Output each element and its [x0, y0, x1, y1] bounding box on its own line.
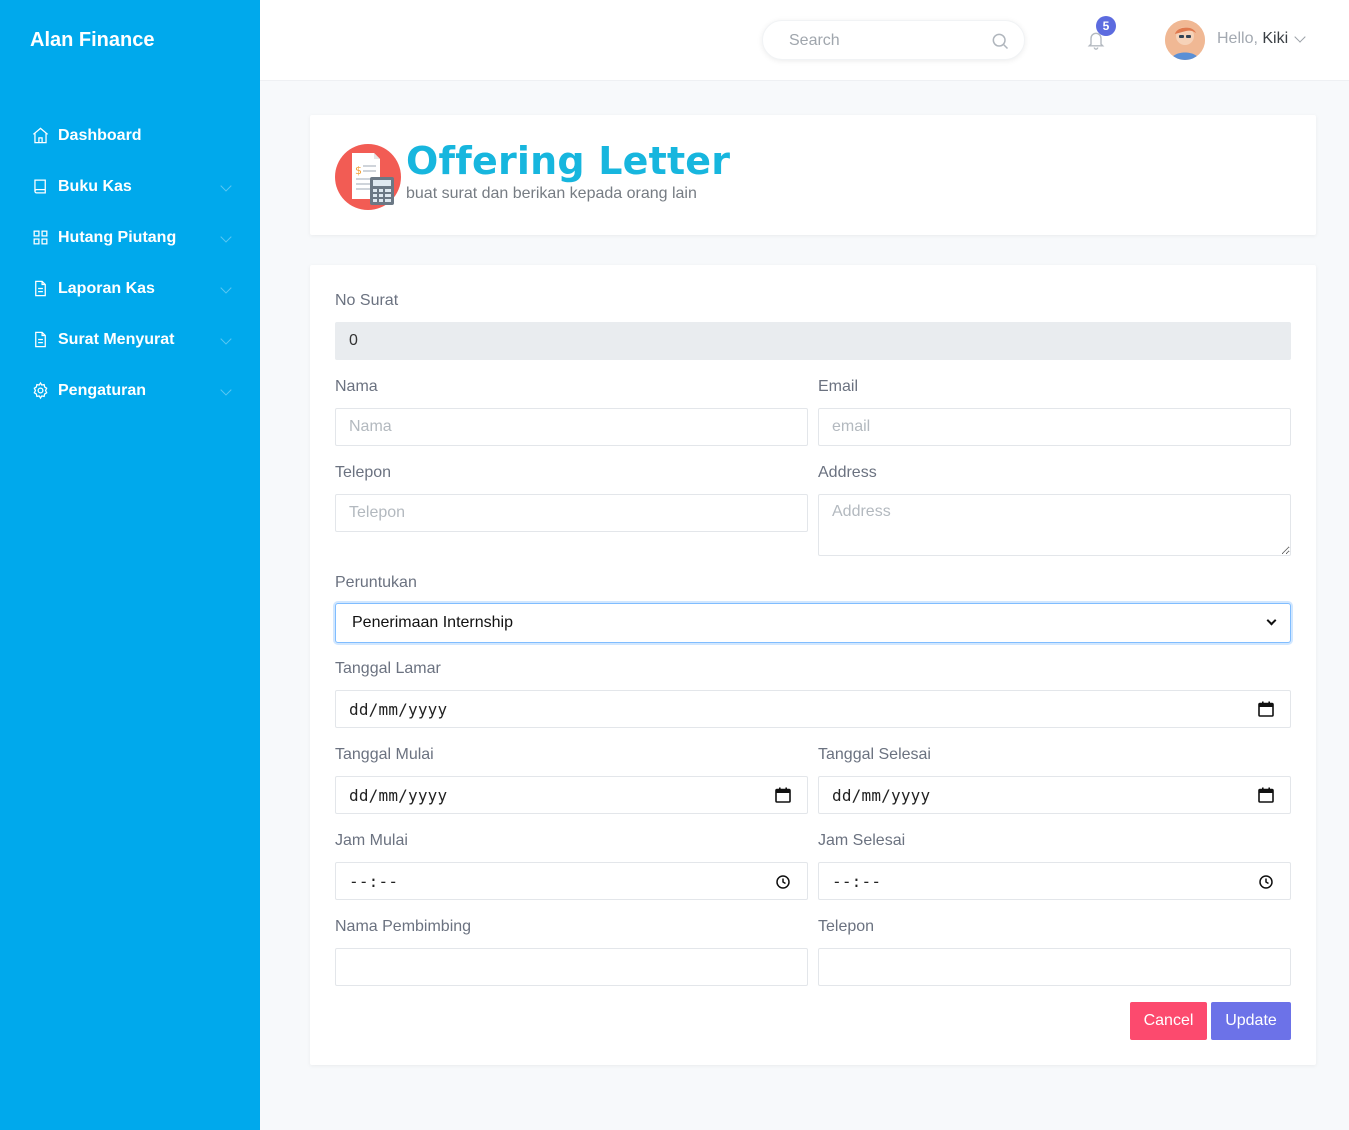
gear-icon	[30, 381, 50, 401]
tanggal-mulai-field[interactable]: dd/mm/yyyy	[335, 776, 808, 814]
tanggal-mulai-value: dd/mm/yyyy	[349, 785, 448, 805]
chevron-down-icon	[1266, 615, 1277, 626]
email-field[interactable]	[818, 408, 1291, 446]
page-header-card: $ Offering Letter buat surat dan berikan…	[310, 115, 1316, 235]
jam-mulai-field[interactable]: --:--	[335, 862, 808, 900]
sidebar-nav: Dashboard Buku Kas Hutang Piutang Lapora…	[0, 110, 260, 416]
nama-label: Nama	[335, 378, 378, 395]
no-surat-label: No Surat	[335, 292, 399, 309]
telepon-pembimbing-field[interactable]	[818, 948, 1291, 986]
tanggal-selesai-value: dd/mm/yyyy	[832, 785, 931, 805]
jam-selesai-value: --:--	[832, 871, 882, 891]
telepon-pembimbing-label: Telepon	[818, 918, 875, 935]
page-title: Offering Letter	[406, 139, 731, 183]
address-label: Address	[818, 464, 877, 481]
file-icon	[30, 330, 50, 350]
chevron-down-icon	[220, 333, 232, 345]
nama-pembimbing-field[interactable]	[335, 948, 808, 986]
tanggal-lamar-label: Tanggal Lamar	[335, 660, 441, 677]
peruntukan-label: Peruntukan	[335, 574, 417, 591]
telepon-field[interactable]	[335, 494, 808, 532]
jam-selesai-field[interactable]: --:--	[818, 862, 1291, 900]
chevron-down-icon	[220, 282, 232, 294]
topbar: 5 Hello, Kiki	[260, 0, 1349, 81]
page-subtitle: buat surat dan berikan kepada orang lain	[406, 185, 697, 202]
peruntukan-selected-value: Penerimaan Internship	[352, 614, 513, 631]
sidebar: Alan Finance Dashboard Buku Kas Hutang P…	[0, 0, 260, 1130]
sidebar-item-label: Pengaturan	[58, 381, 147, 399]
clock-icon[interactable]	[776, 875, 790, 889]
sidebar-item-buku-kas[interactable]: Buku Kas	[0, 161, 260, 212]
cancel-button[interactable]: Cancel	[1130, 1002, 1207, 1040]
tanggal-lamar-value: dd/mm/yyyy	[349, 699, 448, 719]
grid-icon	[30, 228, 50, 248]
file-icon	[30, 279, 50, 299]
greeting-text: Hello,	[1217, 30, 1258, 47]
jam-mulai-value: --:--	[349, 871, 399, 891]
username-text: Kiki	[1262, 30, 1289, 47]
nama-field[interactable]	[335, 408, 808, 446]
sidebar-item-label: Dashboard	[58, 126, 142, 144]
sidebar-item-label: Buku Kas	[58, 177, 132, 195]
sidebar-item-surat-menyurat[interactable]: Surat Menyurat	[0, 314, 260, 365]
clock-icon[interactable]	[1259, 875, 1273, 889]
offering-letter-form: No Surat 0 Nama Email Telepon Address Pe…	[310, 265, 1316, 1065]
search-icon[interactable]	[990, 31, 1010, 51]
chevron-down-icon[interactable]	[1294, 31, 1306, 43]
invoice-calculator-icon: $	[335, 144, 401, 210]
chevron-down-icon	[220, 231, 232, 243]
avatar[interactable]	[1165, 20, 1205, 60]
sidebar-item-label: Laporan Kas	[58, 279, 155, 297]
sidebar-item-pengaturan[interactable]: Pengaturan	[0, 365, 260, 416]
telepon-label: Telepon	[335, 464, 392, 481]
sidebar-item-label: Surat Menyurat	[58, 330, 175, 348]
calendar-icon[interactable]	[775, 787, 791, 803]
peruntukan-select[interactable]: Penerimaan Internship	[335, 603, 1291, 643]
book-icon	[30, 177, 50, 197]
update-button[interactable]: Update	[1211, 1002, 1291, 1040]
chevron-down-icon	[220, 180, 232, 192]
sidebar-item-label: Hutang Piutang	[58, 228, 177, 246]
nama-pembimbing-label: Nama Pembimbing	[335, 918, 472, 935]
tanggal-lamar-field[interactable]: dd/mm/yyyy	[335, 690, 1291, 728]
brand-logo[interactable]: Alan Finance	[30, 29, 154, 52]
search-input[interactable]	[789, 30, 979, 52]
tanggal-mulai-label: Tanggal Mulai	[335, 746, 434, 763]
jam-mulai-label: Jam Mulai	[335, 832, 408, 849]
search-box	[762, 20, 1025, 60]
home-icon	[30, 126, 50, 146]
sidebar-item-hutang-piutang[interactable]: Hutang Piutang	[0, 212, 260, 263]
calendar-icon[interactable]	[1258, 787, 1274, 803]
notification-badge: 5	[1096, 16, 1116, 36]
jam-selesai-label: Jam Selesai	[818, 832, 906, 849]
address-field[interactable]	[818, 494, 1291, 556]
email-label: Email	[818, 378, 859, 395]
chevron-down-icon	[220, 384, 232, 396]
tanggal-selesai-label: Tanggal Selesai	[818, 746, 931, 763]
sidebar-item-laporan-kas[interactable]: Laporan Kas	[0, 263, 260, 314]
svg-text:$: $	[355, 164, 362, 177]
calendar-icon[interactable]	[1258, 701, 1274, 717]
user-greeting[interactable]: Hello, Kiki	[1217, 30, 1288, 48]
no-surat-field: 0	[335, 322, 1291, 360]
sidebar-item-dashboard[interactable]: Dashboard	[0, 110, 260, 161]
tanggal-selesai-field[interactable]: dd/mm/yyyy	[818, 776, 1291, 814]
